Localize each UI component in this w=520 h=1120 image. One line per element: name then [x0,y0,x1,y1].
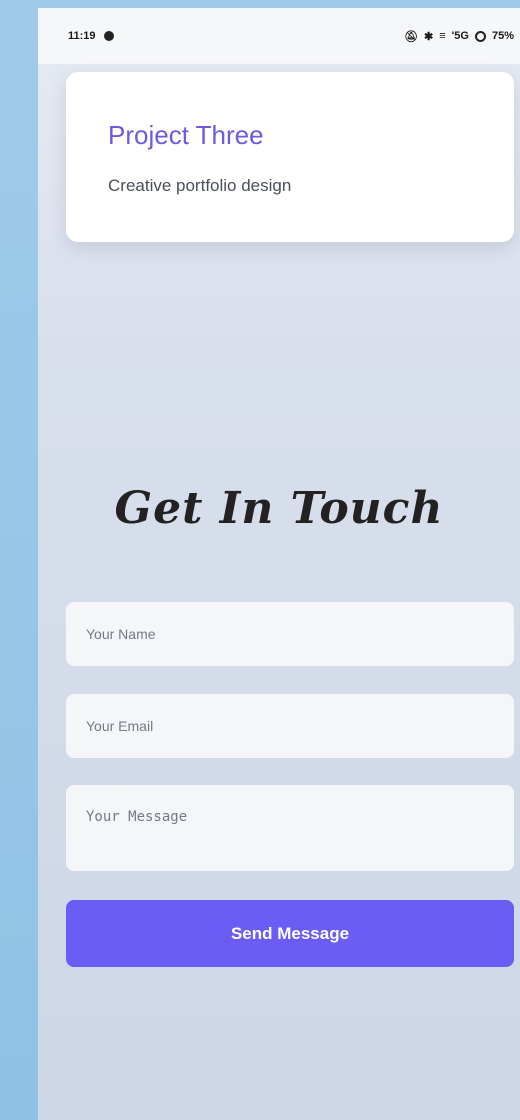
contact-heading: Get In Touch [114,483,444,534]
status-time: 11:19 [68,30,96,42]
project-description: Creative portfolio design [108,176,292,195]
status-bar: 11:19 🔕︎ ✱ ≡ '5G 75% [38,8,520,64]
message-textarea[interactable] [66,785,514,871]
mute-icon: 🔕︎ [404,30,419,43]
project-card[interactable]: Project Three Creative portfolio design [66,72,514,242]
data-icon: ≡ [439,30,446,42]
phone-screen: 11:19 🔕︎ ✱ ≡ '5G 75% Project Three Creat… [38,8,520,1120]
bluetooth-icon: ✱ [424,30,434,43]
battery-percent: 75% [491,30,514,42]
email-input[interactable] [66,694,514,758]
signal-text: '5G [451,30,469,42]
send-message-button[interactable]: Send Message [66,900,514,967]
notification-icon [103,31,114,41]
project-title: Project Three [108,120,264,150]
name-input[interactable] [66,602,514,666]
battery-icon [474,30,486,42]
